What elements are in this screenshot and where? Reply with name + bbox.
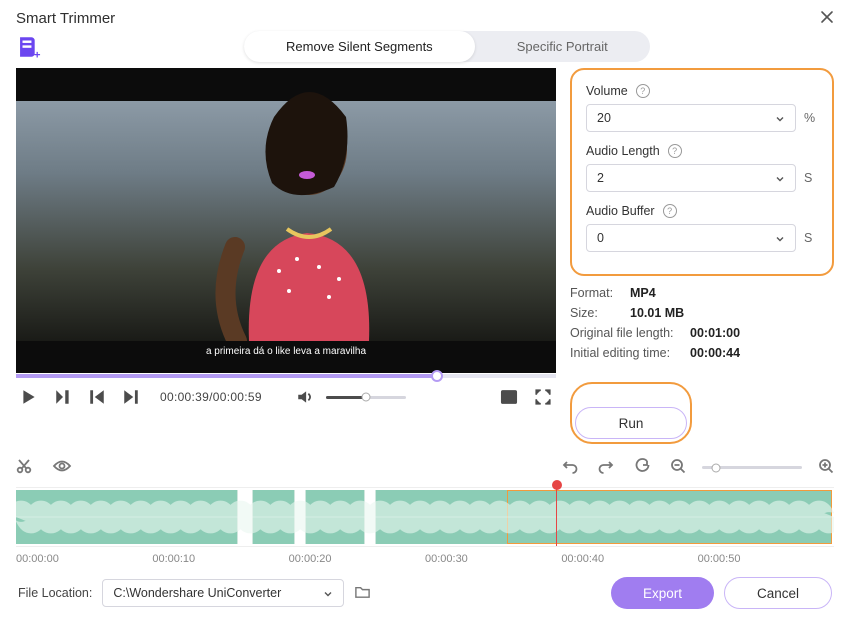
run-button[interactable]: Run — [575, 407, 687, 439]
file-location-select[interactable]: C:\Wondershare UniConverter — [102, 579, 344, 607]
help-icon[interactable]: ? — [663, 204, 677, 218]
volume-label: Volume — [586, 84, 628, 98]
next-icon[interactable] — [122, 388, 140, 406]
volume-select[interactable]: 20 — [586, 104, 796, 132]
tab-specific-portrait[interactable]: Specific Portrait — [475, 31, 650, 62]
folder-icon[interactable] — [354, 583, 371, 603]
chevron-down-icon — [775, 173, 785, 183]
meta-initedit-label: Initial editing time: — [570, 346, 682, 360]
mode-tabs: Remove Silent Segments Specific Portrait — [244, 31, 650, 62]
meta-origlen-label: Original file length: — [570, 326, 682, 340]
audio-buffer-label: Audio Buffer — [586, 204, 655, 218]
video-preview[interactable]: a primeira dá o like leva a maravilha — [16, 68, 556, 373]
audio-length-label: Audio Length — [586, 144, 660, 158]
chevron-down-icon — [775, 233, 785, 243]
cut-icon[interactable] — [16, 458, 32, 477]
audio-buffer-unit: S — [804, 231, 818, 245]
tab-remove-silent[interactable]: Remove Silent Segments — [244, 31, 475, 62]
chevron-down-icon — [323, 588, 333, 598]
undo-icon[interactable] — [562, 458, 578, 477]
settings-panel: Volume? 20 % Audio Length? 2 S Audio Buf… — [570, 68, 834, 444]
redo-icon[interactable] — [598, 458, 614, 477]
audio-length-select[interactable]: 2 — [586, 164, 796, 192]
chevron-down-icon — [775, 113, 785, 123]
meta-format-label: Format: — [570, 286, 622, 300]
timecode: 00:00:39/00:00:59 — [160, 390, 262, 404]
meta-size-label: Size: — [570, 306, 622, 320]
zoom-in-icon[interactable] — [818, 458, 834, 477]
volume-icon[interactable] — [296, 388, 314, 406]
help-icon[interactable]: ? — [668, 144, 682, 158]
file-location-label: File Location: — [18, 586, 92, 600]
play-icon[interactable] — [20, 388, 38, 406]
meta-format-value: MP4 — [630, 286, 656, 300]
fullscreen-icon[interactable] — [534, 388, 552, 406]
audio-buffer-select[interactable]: 0 — [586, 224, 796, 252]
preview-icon[interactable] — [52, 458, 72, 477]
meta-size-value: 10.01 MB — [630, 306, 684, 320]
cancel-button[interactable]: Cancel — [724, 577, 832, 609]
timeline-ruler: 00:00:0000:00:1000:00:2000:00:3000:00:40… — [0, 547, 850, 565]
prev-icon[interactable] — [88, 388, 106, 406]
waveform-track[interactable] — [16, 487, 834, 547]
volume-slider[interactable] — [326, 396, 406, 399]
preview-panel: a primeira dá o like leva a maravilha 00… — [16, 68, 556, 444]
playhead[interactable] — [556, 484, 558, 546]
app-logo-icon: + — [16, 34, 42, 60]
audio-length-unit: S — [804, 171, 818, 185]
close-icon[interactable] — [820, 10, 834, 27]
playback-progress[interactable] — [16, 374, 556, 378]
svg-text:+: + — [34, 49, 41, 60]
subtitle-text: a primeira dá o like leva a maravilha — [16, 346, 556, 357]
step-forward-icon[interactable] — [54, 388, 72, 406]
zoom-slider[interactable] — [702, 466, 802, 469]
help-icon[interactable]: ? — [636, 84, 650, 98]
volume-unit: % — [804, 111, 818, 125]
zoom-out-icon[interactable] — [670, 458, 686, 477]
window-title: Smart Trimmer — [16, 10, 820, 27]
refresh-icon[interactable] — [634, 458, 650, 477]
snapshot-icon[interactable] — [500, 388, 518, 406]
meta-origlen-value: 00:01:00 — [690, 326, 740, 340]
export-button[interactable]: Export — [611, 577, 714, 609]
meta-initedit-value: 00:00:44 — [690, 346, 740, 360]
